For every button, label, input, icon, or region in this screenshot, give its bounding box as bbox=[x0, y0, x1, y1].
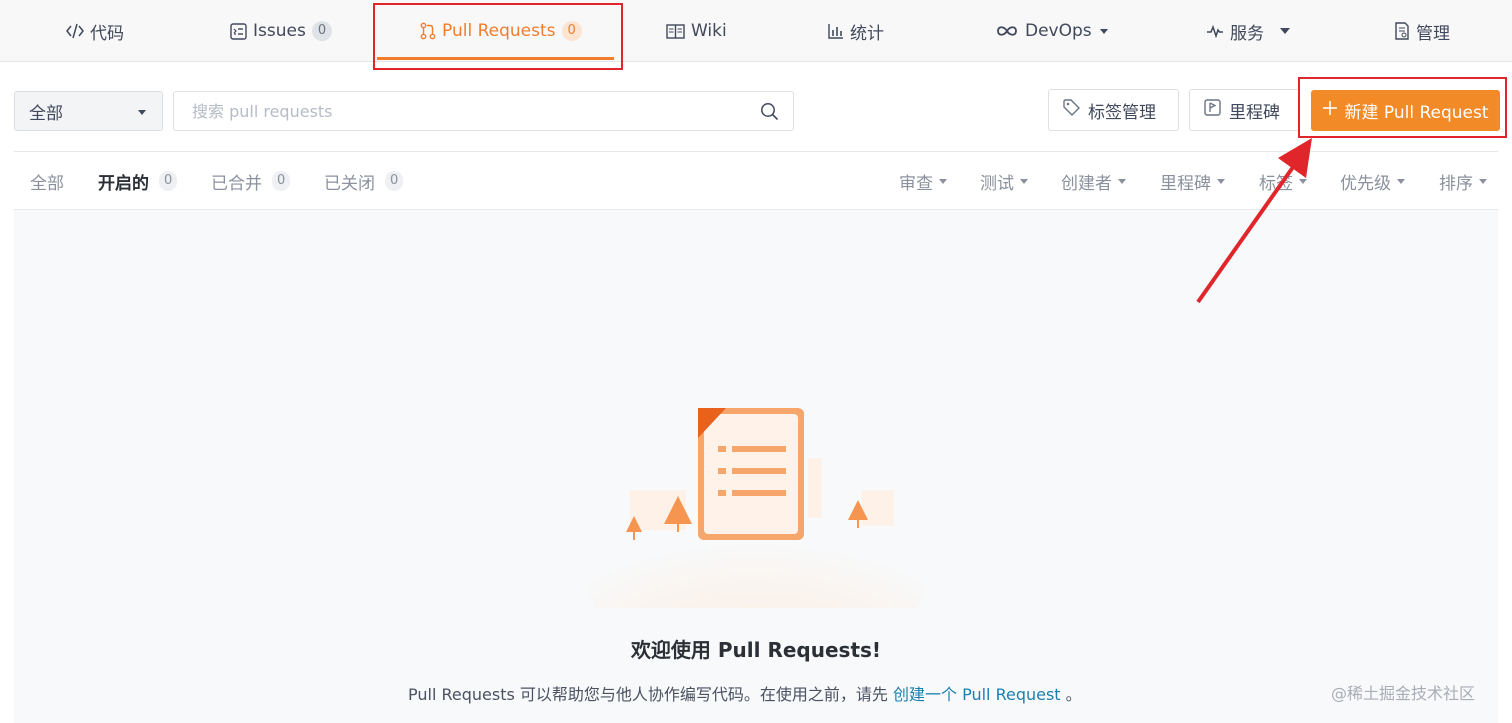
chevron-down-icon bbox=[138, 110, 146, 115]
book-icon bbox=[666, 23, 685, 39]
filter-count-badge: 0 bbox=[159, 171, 178, 191]
dropdown-label: 排序 bbox=[1439, 173, 1473, 194]
chevron-down-icon bbox=[1479, 178, 1487, 184]
chevron-down-icon bbox=[1020, 178, 1028, 184]
chevron-down-icon bbox=[1397, 178, 1405, 184]
code-icon bbox=[66, 23, 84, 39]
tab-label: 统计 bbox=[850, 23, 884, 44]
dropdown-label: 优先级 bbox=[1340, 173, 1391, 194]
tab-services[interactable]: 服务 bbox=[1206, 0, 1290, 62]
watermark: @稀土掘金技术社区 bbox=[1331, 684, 1476, 703]
filter-closed[interactable]: 已关闭 0 bbox=[324, 165, 404, 197]
milestone-label: 里程碑 bbox=[1229, 102, 1280, 123]
tab-stats[interactable]: 统计 bbox=[828, 0, 884, 62]
filter-label: 已合并 bbox=[211, 173, 262, 194]
tab-label: DevOps bbox=[1025, 21, 1092, 41]
tab-wiki[interactable]: Wiki bbox=[666, 0, 727, 62]
dropdown-author[interactable]: 创建者 bbox=[1061, 165, 1126, 197]
filter-label: 全部 bbox=[30, 173, 64, 194]
issues-count-badge: 0 bbox=[311, 21, 333, 41]
filter-all[interactable]: 全部 bbox=[30, 165, 64, 197]
chevron-down-icon bbox=[1099, 28, 1108, 34]
tab-label: Wiki bbox=[691, 21, 727, 41]
tag-icon bbox=[1063, 99, 1080, 121]
filter-count-badge: 0 bbox=[272, 171, 291, 191]
empty-state-desc-suffix: 。 bbox=[1065, 685, 1082, 704]
filter-label: 开启的 bbox=[98, 173, 149, 194]
search-input[interactable] bbox=[174, 92, 734, 130]
filter-label: 已关闭 bbox=[324, 173, 375, 194]
red-annotation-arrow bbox=[1190, 136, 1320, 310]
dropdown-label: 测试 bbox=[980, 173, 1014, 194]
search-box bbox=[173, 91, 794, 131]
empty-document-illustration bbox=[576, 398, 936, 668]
tab-devops[interactable]: DevOps bbox=[995, 0, 1108, 62]
dropdown-test[interactable]: 测试 bbox=[980, 165, 1028, 197]
bar-chart-icon bbox=[828, 23, 844, 39]
create-pull-request-link[interactable]: 创建一个 Pull Request bbox=[893, 685, 1061, 704]
filter-merged[interactable]: 已合并 0 bbox=[211, 165, 291, 197]
empty-state-description: Pull Requests 可以帮助您与他人协作编写代码。在使用之前，请先 创建… bbox=[408, 681, 1082, 705]
tab-issues[interactable]: Issues 0 bbox=[230, 0, 333, 62]
milestone-button[interactable]: 里程碑 bbox=[1189, 89, 1300, 131]
tab-label: 代码 bbox=[90, 23, 124, 44]
chevron-down-icon bbox=[939, 178, 947, 184]
tab-label: 管理 bbox=[1416, 23, 1450, 44]
chevron-down-icon bbox=[1118, 178, 1126, 184]
tab-code[interactable]: 代码 bbox=[66, 0, 124, 62]
highlight-box-new-pr bbox=[1298, 77, 1507, 138]
empty-state-title: 欢迎使用 Pull Requests! bbox=[630, 638, 882, 662]
top-nav: 代码 Issues 0 Pull Requests 0 Wiki 统计 DevO… bbox=[0, 0, 1512, 62]
scope-select-value: 全部 bbox=[29, 103, 63, 124]
highlight-box-pr-tab bbox=[373, 3, 623, 70]
dropdown-label: 创建者 bbox=[1061, 173, 1112, 194]
infinity-icon bbox=[995, 24, 1019, 38]
filter-open[interactable]: 开启的 0 bbox=[98, 165, 178, 197]
settings-doc-icon bbox=[1394, 22, 1410, 40]
tab-label: Issues bbox=[253, 21, 306, 41]
dropdown-priority[interactable]: 优先级 bbox=[1340, 165, 1405, 197]
issues-icon bbox=[230, 22, 247, 40]
filter-count-badge: 0 bbox=[385, 171, 404, 191]
dropdown-label: 审查 bbox=[899, 173, 933, 194]
milestone-icon bbox=[1204, 99, 1221, 121]
scope-select[interactable]: 全部 bbox=[14, 91, 163, 131]
search-icon[interactable] bbox=[760, 102, 779, 125]
pulse-icon bbox=[1206, 24, 1224, 38]
label-manage-label: 标签管理 bbox=[1088, 102, 1156, 123]
chevron-down-icon bbox=[1280, 28, 1290, 34]
empty-state-desc-text: Pull Requests 可以帮助您与他人协作编写代码。在使用之前，请先 bbox=[408, 685, 888, 704]
dropdown-review[interactable]: 审查 bbox=[899, 165, 947, 197]
tab-label: 服务 bbox=[1230, 23, 1264, 44]
label-manage-button[interactable]: 标签管理 bbox=[1048, 89, 1179, 131]
dropdown-sort[interactable]: 排序 bbox=[1439, 165, 1487, 197]
tab-manage[interactable]: 管理 bbox=[1394, 0, 1450, 62]
